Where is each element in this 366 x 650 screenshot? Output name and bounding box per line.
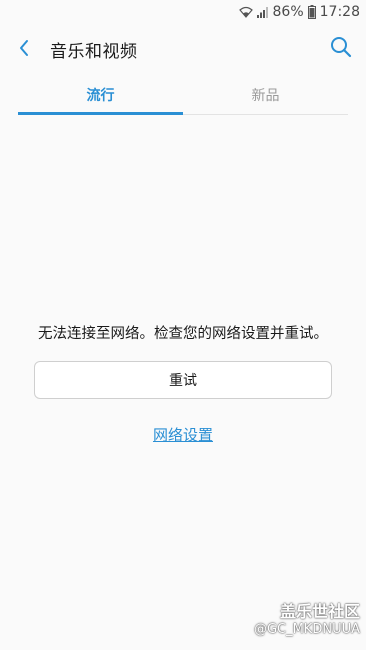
watermark-title: 盖乐世社区 — [279, 601, 360, 621]
back-button[interactable] — [10, 36, 38, 64]
battery-percent: 86% — [272, 4, 304, 20]
tab-popular[interactable]: 流行 — [18, 78, 183, 112]
status-bar: 86% 17:28 — [0, 0, 366, 24]
back-arrow-icon — [18, 39, 30, 61]
page-title: 音乐和视频 — [50, 42, 138, 62]
tab-new[interactable]: 新品 — [183, 78, 348, 112]
search-icon — [330, 36, 352, 62]
search-button[interactable] — [326, 34, 356, 64]
clock: 17:28 — [319, 4, 360, 20]
error-message: 无法连接至网络。检查您的网络设置并重试。 — [38, 326, 328, 342]
watermark-user: @GC_MKDNUUA — [253, 621, 360, 637]
tab-indicator — [18, 112, 183, 115]
battery-icon — [307, 5, 316, 19]
status-icons: 86% 17:28 — [238, 3, 360, 21]
signal-icon — [256, 6, 269, 18]
watermark: 盖乐世社区 @GC_MKDNUUA — [254, 602, 360, 638]
wifi-icon — [238, 6, 253, 18]
app-bar: 音乐和视频 — [0, 24, 366, 74]
tab-bar: 流行 新品 — [18, 78, 348, 115]
network-settings-link[interactable]: 网络设置 — [0, 424, 366, 445]
retry-button[interactable]: 重试 — [34, 361, 332, 399]
